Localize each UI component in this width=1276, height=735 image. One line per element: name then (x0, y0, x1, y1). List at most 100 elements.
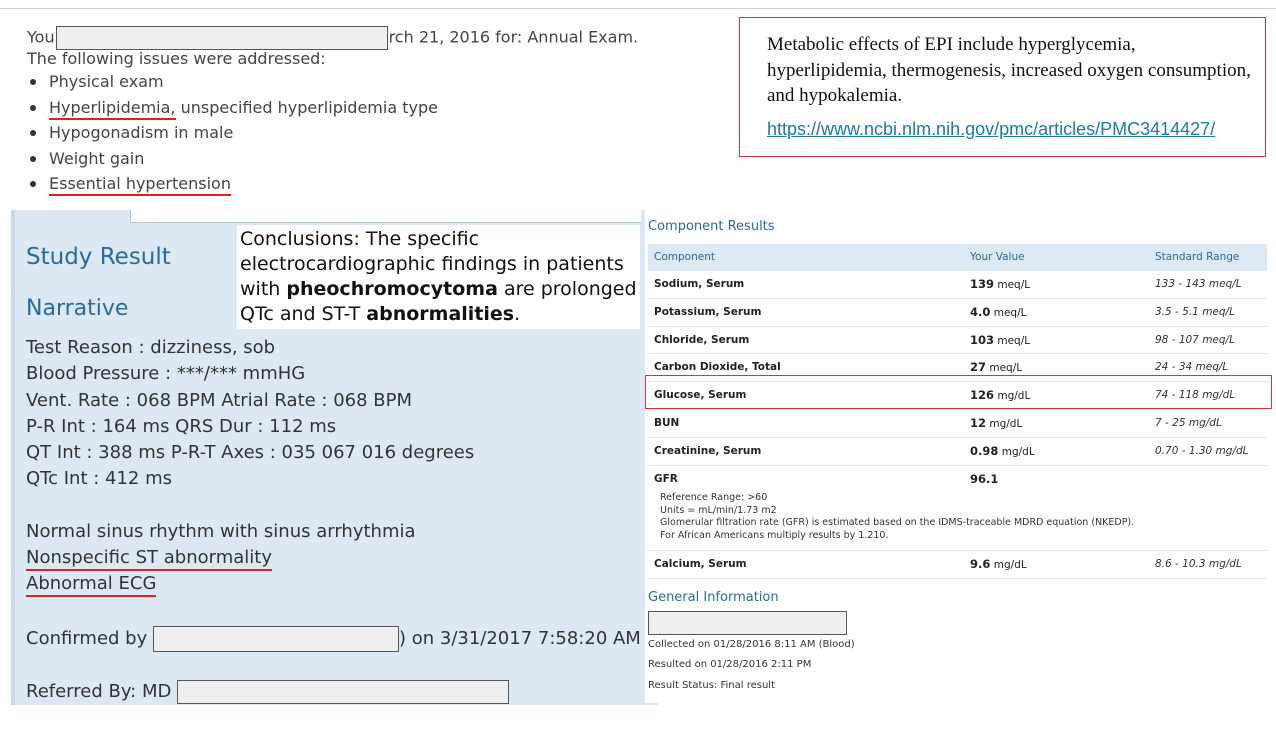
narrative-line: Vent. Rate : 068 BPM Atrial Rate : 068 B… (26, 389, 413, 411)
issue-text: Hypogonadism in male (49, 123, 234, 143)
table-row: Creatinine, Serum 0.98 mg/dL 0.70 - 1.30… (648, 438, 1267, 466)
visit-prefix: You (27, 27, 55, 47)
component-value: 12 mg/dL (970, 410, 1022, 438)
results-table: Component Your Value Standard Range Sodi… (648, 244, 1267, 580)
referred-label: Referred By: MD (26, 681, 172, 702)
conclusion-bold: abnormalities (366, 303, 515, 325)
component-value: 0.98 mg/dL (970, 438, 1035, 466)
narrative-line: Blood Pressure : ***/*** mmHG (26, 363, 306, 385)
gfr-note-line: Glomerular filtration rate (GFR) is esti… (660, 517, 1135, 529)
visit-summary: You rch 21, 2016 for: Annual Exam. The fo… (27, 26, 677, 197)
finding-line: Nonspecific ST abnormality (26, 547, 272, 572)
value-number: 9.6 (970, 557, 991, 572)
narrative-line: P-R Int : 164 ms QRS Dur : 112 ms (26, 415, 337, 437)
value-number: 103 (970, 332, 995, 347)
panel-tab (130, 210, 641, 223)
epi-note-box: Metabolic effects of EPI include hypergl… (739, 17, 1266, 157)
issues-list: Physical exam Hyperlipidemia, unspecifie… (27, 69, 677, 197)
issue-underlined: Essential hypertension (49, 174, 231, 197)
table-row: Calcium, Serum 9.6 mg/dL 8.6 - 10.3 mg/d… (648, 551, 1267, 580)
epi-note-text: Metabolic effects of EPI include hypergl… (767, 34, 1251, 106)
value-number: 0.98 (970, 443, 999, 458)
collected-line: Collected on 01/28/2016 8:11 AM (Blood) (648, 639, 855, 650)
issue-underlined: Hyperlipidemia, (49, 97, 176, 120)
table-row: BUN 12 mg/dL 7 - 25 mg/dL (648, 410, 1267, 438)
component-value: 4.0 meq/L (970, 299, 1026, 327)
confirmed-by: Confirmed by ) on 3/31/2017 7:58:20 AM (26, 626, 641, 652)
list-item: Hypogonadism in male (27, 120, 677, 146)
narrative-heading: Narrative (26, 296, 129, 321)
component-name: Potassium, Serum (654, 305, 762, 318)
narrative-line: Test Reason : dizziness, sob (26, 337, 276, 358)
component-value: 96.1 (970, 466, 998, 494)
issue-text: Weight gain (49, 148, 145, 168)
list-item: Hyperlipidemia, unspecified hyperlipidem… (27, 95, 677, 121)
value-unit: mg/dL (1001, 445, 1035, 458)
value-unit: meq/L (989, 362, 1023, 375)
standard-range: 133 - 143 meq/L (1155, 278, 1242, 290)
component-name: Sodium, Serum (654, 278, 745, 290)
general-info-heading: General Information (648, 590, 779, 605)
table-header: Component Your Value Standard Range (648, 244, 1267, 271)
value-unit: meq/L (993, 306, 1027, 319)
redacted-field (152, 626, 399, 652)
visit-suffix: rch 21, 2016 for: Annual Exam. (388, 27, 639, 47)
conclusion-callout: Conclusions: The specific electrocardiog… (237, 225, 640, 329)
component-name: BUN (654, 416, 680, 429)
gfr-notes: Reference Range: >60 Units = mL/min/1.73… (648, 492, 1267, 552)
redacted-field (177, 680, 510, 704)
list-item: Weight gain (27, 146, 677, 172)
value-number: 139 (970, 277, 995, 291)
value-number: 96.1 (970, 471, 999, 486)
column-header: Component (654, 251, 715, 263)
redacted-field (55, 26, 388, 50)
conclusion-text: . (514, 303, 521, 325)
table-row: GFR 96.1 (648, 466, 1267, 493)
finding-line: Normal sinus rhythm with sinus arrhythmi… (26, 520, 416, 542)
value-number: 12 (970, 415, 987, 430)
table-row: Chloride, Serum 103 meq/L 98 - 107 meq/L (648, 327, 1267, 355)
conclusion-bold: pheochromocytoma (286, 278, 498, 300)
table-row: Sodium, Serum 139 meq/L 133 - 143 meq/L (648, 271, 1267, 299)
component-results: Component Results Component Your Value S… (645, 209, 1267, 703)
narrative-body: Test Reason : dizziness, sob Blood Press… (26, 335, 474, 598)
value-unit: meq/L (997, 279, 1031, 291)
gfr-note-line: For African Americans multiply results b… (660, 529, 889, 541)
finding-line: Abnormal ECG (26, 573, 157, 598)
narrative-line: QTc Int : 412 ms (26, 468, 172, 490)
value-number: 27 (970, 360, 987, 375)
reference-link[interactable]: https://www.ncbi.nlm.nih.gov/pmc/article… (767, 117, 1255, 143)
narrative-line: QT Int : 388 ms P-R-T Axes : 035 067 016… (26, 442, 475, 464)
standard-range: 7 - 25 mg/dL (1155, 416, 1222, 429)
resulted-line: Resulted on 01/28/2016 2:11 PM (648, 659, 812, 670)
component-name: GFR (654, 472, 678, 485)
status-line: Result Status: Final result (648, 680, 776, 691)
value-unit: mg/dL (989, 417, 1023, 430)
study-title: Study Result (26, 244, 171, 270)
visit-intro: The following issues were addressed: (27, 49, 326, 68)
component-value: 103 meq/L (970, 327, 1030, 355)
standard-range: 98 - 107 meq/L (1155, 333, 1235, 346)
component-value: 9.6 mg/dL (970, 551, 1027, 579)
referred-by: Referred By: MD (26, 679, 510, 705)
column-header: Your Value (970, 251, 1025, 263)
standard-range: 0.70 - 1.30 mg/dL (1155, 444, 1249, 457)
list-item: Physical exam (27, 69, 677, 95)
standard-range: 8.6 - 10.3 mg/dL (1155, 558, 1242, 571)
confirmed-label: Confirmed by (26, 628, 148, 649)
list-item: Essential hypertension (27, 171, 677, 197)
component-name: Chloride, Serum (654, 333, 750, 346)
confirmed-date: ) on 3/31/2017 7:58:20 AM (398, 628, 641, 649)
component-name: Calcium, Serum (654, 558, 747, 571)
gfr-note-line: Reference Range: >60 (660, 492, 768, 504)
value-number: 4.0 (970, 304, 991, 319)
glucose-highlight-box (645, 375, 1272, 409)
component-value: 139 meq/L (970, 271, 1030, 299)
study-result-panel: Study Result Narrative Test Reason : diz… (11, 210, 658, 705)
value-unit: mg/dL (993, 559, 1027, 572)
redacted-field (648, 611, 847, 635)
gfr-note-line: Units = mL/min/1.73 m2 (660, 504, 777, 516)
component-results-heading: Component Results (648, 219, 775, 234)
issue-text: unspecified hyperlipidemia type (175, 97, 438, 117)
